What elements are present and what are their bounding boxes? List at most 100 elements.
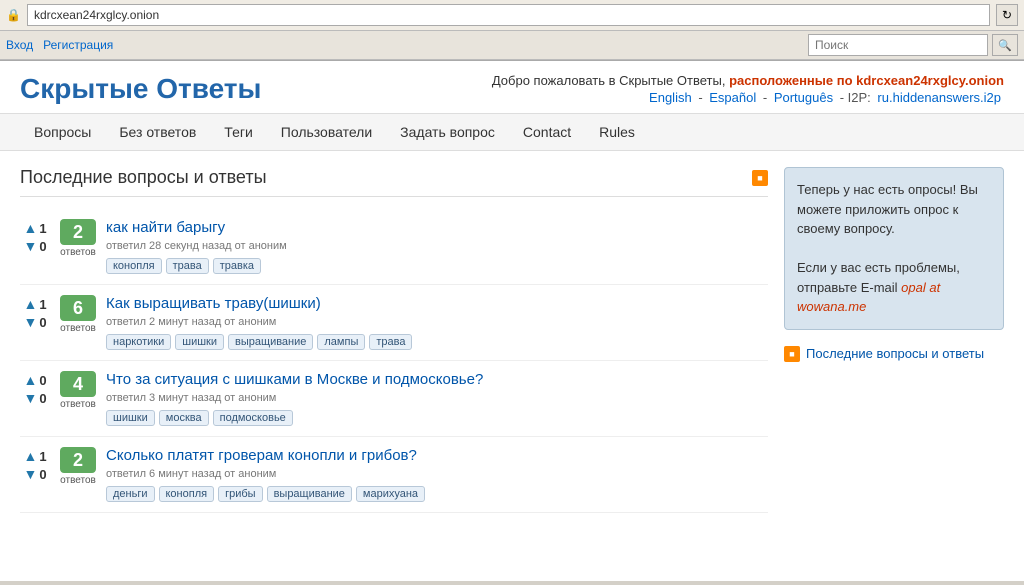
question-meta: ответил 28 секунд назад от аноним [106, 240, 768, 252]
header-lang-links: English - Español - Português - I2P: ru.… [492, 90, 1004, 105]
up-arrow-icon: ▲ [23, 448, 37, 464]
question-title-link[interactable]: Как выращивать траву(шишки) [106, 295, 768, 312]
section-title: Последние вопросы и ответы ■ [20, 167, 768, 197]
vote-up-button[interactable]: ▲ 1 [22, 295, 47, 313]
answer-label: ответов [60, 475, 96, 486]
header-right: Добро пожаловать в Скрытые Ответы, распо… [492, 73, 1004, 105]
question-item: ▲ 1 ▼ 0 2 ответов Сколько платят гровера… [20, 437, 768, 513]
lang-portugues[interactable]: Português [774, 90, 833, 105]
up-arrow-icon: ▲ [23, 220, 37, 236]
sidebar-rss-label: Последние вопросы и ответы [806, 346, 984, 361]
vote-section: ▲ 1 ▼ 0 [20, 447, 50, 483]
question-title-link[interactable]: Что за ситуация с шишками в Москве и под… [106, 371, 768, 388]
vote-down-count: 0 [39, 315, 46, 330]
question-title-link[interactable]: Сколько платят гроверам конопли и грибов… [106, 447, 768, 464]
vote-down-count: 0 [39, 239, 46, 254]
answer-count-box: 6 [60, 295, 96, 321]
vote-up-button[interactable]: ▲ 0 [22, 371, 47, 389]
tag[interactable]: шишки [106, 410, 155, 426]
question-item: ▲ 1 ▼ 0 6 ответов Как выращивать траву(ш… [20, 285, 768, 361]
tag[interactable]: выращивание [267, 486, 352, 502]
nav-contact[interactable]: Contact [509, 114, 585, 150]
lang-english[interactable]: English [649, 90, 692, 105]
sidebar: Теперь у нас есть опросы! Вы можете прил… [784, 167, 1004, 513]
question-body: как найти барыгу ответил 28 секунд назад… [106, 219, 768, 274]
vote-down-button[interactable]: ▼ 0 [22, 389, 47, 407]
tag[interactable]: лампы [317, 334, 365, 350]
nav-questions[interactable]: Вопросы [20, 114, 105, 150]
tag[interactable]: подмосковье [213, 410, 293, 426]
vote-down-button[interactable]: ▼ 0 [22, 465, 47, 483]
answer-count-wrap: 4 ответов [60, 371, 96, 410]
main-nav: Вопросы Без ответов Теги Пользователи За… [0, 114, 1024, 151]
sidebar-rss-link[interactable]: ■ Последние вопросы и ответы [784, 346, 1004, 362]
nav-unanswered[interactable]: Без ответов [105, 114, 210, 150]
tag[interactable]: грибы [218, 486, 262, 502]
page-wrapper: Скрытые Ответы Добро пожаловать в Скрыты… [0, 61, 1024, 581]
refresh-button[interactable]: ↻ [996, 4, 1018, 26]
vote-up-count: 1 [39, 297, 46, 312]
vote-up-button[interactable]: ▲ 1 [22, 447, 47, 465]
login-link[interactable]: Вход [6, 38, 33, 52]
search-button[interactable]: 🔍 [992, 34, 1018, 56]
nav-users[interactable]: Пользователи [267, 114, 386, 150]
vote-down-count: 0 [39, 391, 46, 406]
tag[interactable]: трава [369, 334, 412, 350]
answer-label: ответов [60, 247, 96, 258]
answer-count-box: 2 [60, 447, 96, 473]
vote-down-button[interactable]: ▼ 0 [22, 313, 47, 331]
question-item: ▲ 1 ▼ 0 2 ответов как найти барыгу ответ… [20, 209, 768, 285]
sidebar-info-text1: Теперь у нас есть опросы! Вы можете прил… [797, 180, 991, 239]
search-input[interactable] [808, 34, 988, 56]
questions-section: Последние вопросы и ответы ■ ▲ 1 ▼ 0 2 о… [20, 167, 768, 513]
welcome-text: Добро пожаловать в Скрытые Ответы, [492, 73, 729, 88]
i2p-link[interactable]: ru.hiddenanswers.i2p [877, 90, 1001, 105]
down-arrow-icon: ▼ [23, 314, 37, 330]
lock-icon: 🔒 [6, 8, 21, 22]
tag[interactable]: конопля [159, 486, 215, 502]
site-header: Скрытые Ответы Добро пожаловать в Скрыты… [0, 61, 1024, 114]
register-link[interactable]: Регистрация [43, 38, 113, 52]
tag[interactable]: конопля [106, 258, 162, 274]
question-title-link[interactable]: как найти барыгу [106, 219, 768, 236]
down-arrow-icon: ▼ [23, 238, 37, 254]
rss-icon[interactable]: ■ [752, 170, 768, 186]
nav-ask[interactable]: Задать вопрос [386, 114, 509, 150]
vote-section: ▲ 1 ▼ 0 [20, 295, 50, 331]
tag[interactable]: выращивание [228, 334, 313, 350]
vote-up-count: 0 [39, 373, 46, 388]
answer-count-wrap: 6 ответов [60, 295, 96, 334]
vote-up-count: 1 [39, 449, 46, 464]
question-meta: ответил 3 минут назад от аноним [106, 392, 768, 404]
toolbar-row: Вход Регистрация 🔍 [0, 31, 1024, 60]
welcome-domain: расположенные по kdrcxean24rxglcy.onion [729, 73, 1004, 88]
vote-up-button[interactable]: ▲ 1 [22, 219, 47, 237]
tag[interactable]: шишки [175, 334, 224, 350]
nav-rules[interactable]: Rules [585, 114, 649, 150]
tag[interactable]: наркотики [106, 334, 171, 350]
answer-count-box: 2 [60, 219, 96, 245]
question-meta: ответил 6 минут назад от аноним [106, 468, 768, 480]
questions-list: ▲ 1 ▼ 0 2 ответов как найти барыгу ответ… [20, 209, 768, 513]
browser-nav-links: Вход Регистрация [6, 38, 113, 52]
vote-down-button[interactable]: ▼ 0 [22, 237, 47, 255]
up-arrow-icon: ▲ [23, 296, 37, 312]
welcome-line: Добро пожаловать в Скрытые Ответы, распо… [492, 73, 1004, 88]
vote-section: ▲ 1 ▼ 0 [20, 219, 50, 255]
lang-espanol[interactable]: Español [709, 90, 756, 105]
nav-tags[interactable]: Теги [210, 114, 266, 150]
tags-list: коноплятраватравка [106, 258, 768, 274]
up-arrow-icon: ▲ [23, 372, 37, 388]
tag[interactable]: травка [213, 258, 261, 274]
i2p-label: I2P: [848, 90, 871, 105]
tag[interactable]: москва [159, 410, 209, 426]
answer-count-box: 4 [60, 371, 96, 397]
down-arrow-icon: ▼ [23, 466, 37, 482]
address-bar[interactable] [27, 4, 990, 26]
tag[interactable]: деньги [106, 486, 155, 502]
answer-label: ответов [60, 323, 96, 334]
tags-list: деньгиконоплягрибы выращиваниемарихуана [106, 486, 768, 502]
tag[interactable]: марихуана [356, 486, 425, 502]
tag[interactable]: трава [166, 258, 209, 274]
question-body: Что за ситуация с шишками в Москве и под… [106, 371, 768, 426]
